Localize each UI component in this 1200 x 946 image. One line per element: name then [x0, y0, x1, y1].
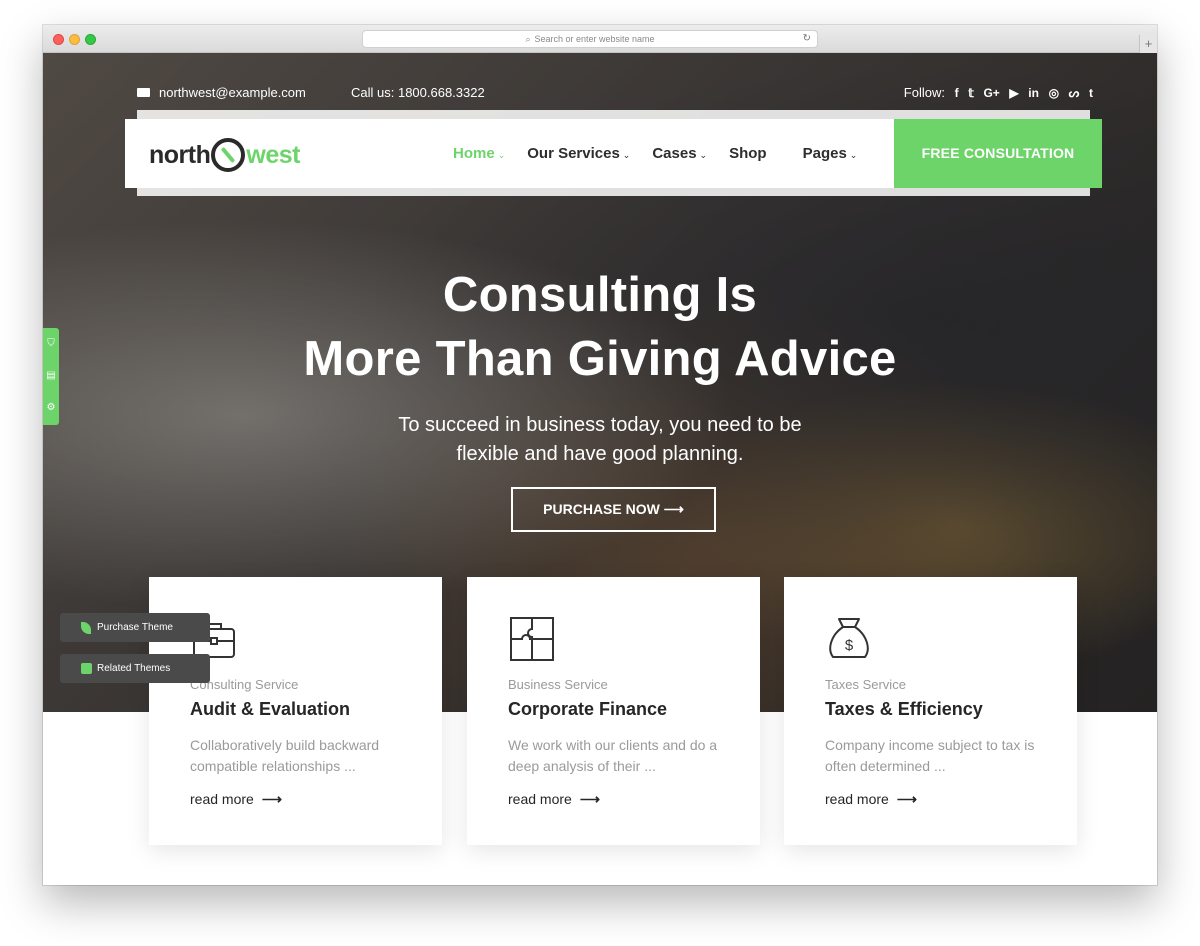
minimize-window-button[interactable]	[69, 34, 80, 45]
nav-pages-label: Pages	[802, 145, 847, 162]
browser-titlebar: ⌕ Search or enter website name ↻ +	[43, 25, 1157, 53]
svg-text:$: $	[845, 637, 854, 654]
purchase-theme-label: Purchase Theme	[97, 622, 173, 633]
nav-services-label: Our Services	[527, 145, 620, 162]
free-consultation-button[interactable]: FREE CONSULTATION	[894, 119, 1102, 188]
purchase-theme-button[interactable]: Purchase Theme	[60, 613, 210, 642]
read-more-link[interactable]: read more ⟶	[190, 791, 282, 808]
nav-shop-label: Shop	[729, 145, 767, 162]
puzzle-icon	[510, 617, 554, 661]
hero-title-line-2: More Than Giving Advice	[303, 332, 897, 386]
service-description: Company income subject to tax is often d…	[825, 737, 1035, 774]
address-placeholder: Search or enter website name	[534, 34, 655, 44]
nav-item-pages[interactable]: Pages ⌄	[803, 145, 858, 162]
chevron-down-icon: ⌄	[622, 150, 631, 160]
mail-icon	[137, 88, 150, 97]
tumblr-icon[interactable]: t	[1089, 86, 1093, 100]
reload-icon[interactable]: ↻	[803, 31, 811, 47]
site-logo[interactable]: north west	[149, 138, 300, 172]
service-title[interactable]: Taxes & Efficiency	[825, 699, 983, 720]
service-description: Collaboratively build backward compatibl…	[190, 737, 380, 774]
contact-phone: Call us: 1800.668.3322	[351, 85, 485, 100]
related-themes-button[interactable]: Related Themes	[60, 654, 210, 683]
nav-item-cases[interactable]: Cases ⌄	[652, 145, 707, 162]
service-card-taxes[interactable]: $ Taxes Service Taxes & Efficiency Compa…	[784, 577, 1077, 845]
money-bag-icon: $	[829, 618, 869, 658]
purchase-now-button[interactable]: PURCHASE NOW ⟶	[511, 487, 716, 532]
new-tab-button[interactable]: +	[1139, 35, 1157, 53]
hero-title-line-1: Consulting Is	[442, 268, 758, 322]
compass-icon	[211, 138, 246, 172]
logo-text-west: west	[246, 141, 300, 169]
hero-subtitle-line-1: To succeed in business today, you need t…	[398, 414, 802, 436]
leaf-icon	[81, 622, 91, 634]
arrow-right-icon: ⟶	[579, 791, 600, 807]
read-more-link[interactable]: read more ⟶	[508, 791, 600, 808]
stumbleupon-icon[interactable]: ᔕ	[1069, 86, 1080, 100]
service-description: We work with our clients and do a deep a…	[508, 737, 718, 774]
nav-item-our-services[interactable]: Our Services ⌄	[527, 145, 630, 162]
main-navbar: north west Home ⌄ Our Services ⌄ Cases ⌄ Sho…	[125, 119, 1102, 188]
email-text: northwest@example.com	[159, 85, 306, 100]
instagram-icon[interactable]: ◎	[1049, 86, 1059, 100]
hero-headline: Consulting Is More Than Giving Advice To…	[43, 263, 1157, 469]
service-title[interactable]: Corporate Finance	[508, 699, 667, 720]
hero-subtitle-line-2: flexible and have good planning.	[456, 443, 744, 465]
follow-label: Follow:	[903, 85, 945, 100]
document-icon[interactable]: ▤	[43, 360, 59, 392]
zoom-window-button[interactable]	[85, 34, 96, 45]
social-follow: Follow: f 𝕥 G+ ▶ in ◎ ᔕ t	[904, 85, 1093, 100]
chevron-down-icon: ⌄	[699, 150, 708, 160]
read-more-label: read more	[190, 791, 254, 807]
google-plus-icon[interactable]: G+	[983, 86, 999, 100]
contact-email[interactable]: northwest@example.com	[137, 85, 306, 100]
nav-item-shop[interactable]: Shop	[729, 145, 767, 162]
nav-cases-label: Cases	[652, 145, 697, 162]
related-themes-label: Related Themes	[97, 663, 171, 674]
browser-window: ⌕ Search or enter website name ↻ + northw…	[43, 25, 1157, 885]
nav-home-label: Home	[453, 145, 495, 162]
search-icon: ⌕	[525, 34, 531, 44]
linkedin-icon[interactable]: in	[1028, 86, 1039, 100]
side-toolbar: ⛉ ▤ ⚙	[43, 328, 59, 425]
service-title[interactable]: Audit & Evaluation	[190, 699, 350, 720]
close-window-button[interactable]	[53, 34, 64, 45]
cart-icon[interactable]: ⛉	[43, 328, 59, 360]
logo-text-north: north	[149, 141, 211, 169]
service-category: Business Service	[508, 677, 608, 692]
nav-item-home[interactable]: Home ⌄	[453, 145, 505, 162]
service-category: Taxes Service	[825, 677, 906, 692]
read-more-label: read more	[825, 791, 889, 807]
settings-icon[interactable]: ⚙	[43, 392, 59, 424]
themes-icon	[81, 663, 92, 674]
read-more-link[interactable]: read more ⟶	[825, 791, 917, 808]
service-card-finance[interactable]: Business Service Corporate Finance We wo…	[467, 577, 760, 845]
youtube-icon[interactable]: ▶	[1009, 86, 1018, 100]
arrow-right-icon: ⟶	[261, 791, 282, 807]
chevron-down-icon: ⌄	[849, 150, 858, 160]
address-bar[interactable]: ⌕ Search or enter website name ↻	[362, 30, 818, 48]
twitter-icon[interactable]: 𝕥	[968, 86, 974, 100]
arrow-right-icon: ⟶	[896, 791, 917, 807]
read-more-label: read more	[508, 791, 572, 807]
main-menu: Home ⌄ Our Services ⌄ Cases ⌄ Shop Pages ⌄	[453, 119, 879, 188]
chevron-down-icon: ⌄	[497, 150, 506, 160]
top-info-bar: northwest@example.com Call us: 1800.668.…	[137, 83, 1093, 103]
facebook-icon[interactable]: f	[955, 86, 959, 100]
